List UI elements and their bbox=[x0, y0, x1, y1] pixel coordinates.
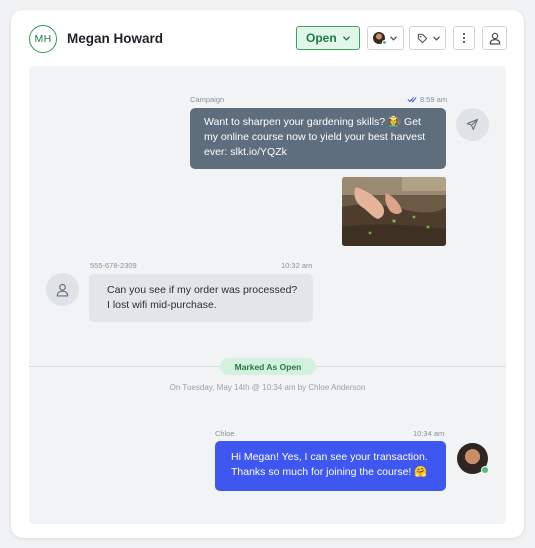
campaign-text-line: Want to sharpen your gardening skills? 🧑… bbox=[204, 116, 421, 128]
conversation-card: MH Megan Howard Open Campaign 8:59 am Wa… bbox=[11, 10, 524, 538]
incoming-text-line: Can you see if my order was processed? bbox=[107, 284, 298, 296]
user-icon bbox=[56, 283, 69, 297]
status-event-meta: On Tuesday, May 14th @ 10:34 am by Chloe… bbox=[169, 383, 366, 392]
campaign-avatar bbox=[456, 108, 489, 141]
outgoing-time: 10:34 am bbox=[413, 429, 445, 438]
incoming-text-line: I lost wifi mid-purchase. bbox=[107, 299, 217, 311]
send-icon bbox=[466, 118, 479, 131]
double-check-icon bbox=[407, 97, 417, 103]
assign-agent-button[interactable] bbox=[367, 26, 404, 50]
chevron-down-icon bbox=[343, 36, 350, 41]
tag-button[interactable] bbox=[409, 26, 446, 50]
campaign-text-line: ever: slkt.io/YQZk bbox=[204, 146, 287, 158]
incoming-sender: 555-678-2309 bbox=[90, 261, 137, 270]
outgoing-message-bubble[interactable]: Hi Megan! Yes, I can see your transactio… bbox=[215, 441, 446, 491]
incoming-message-bubble[interactable]: Can you see if my order was processed? I… bbox=[89, 274, 313, 322]
online-status-dot bbox=[481, 466, 489, 474]
contact-placeholder-avatar bbox=[46, 273, 79, 306]
chevron-down-icon bbox=[390, 36, 397, 41]
more-options-button[interactable] bbox=[453, 26, 475, 50]
contact-name: Megan Howard bbox=[67, 31, 164, 46]
tag-icon bbox=[417, 33, 428, 43]
campaign-text-line: my online course now to yield your best … bbox=[204, 131, 426, 143]
outgoing-text-line: Thanks so much for joining the course! 🤗 bbox=[231, 466, 428, 478]
outgoing-text-line: Hi Megan! Yes, I can see your transactio… bbox=[231, 451, 428, 463]
outgoing-sender: Chloe bbox=[215, 429, 235, 438]
campaign-message-bubble[interactable]: Want to sharpen your gardening skills? 🧑… bbox=[190, 108, 446, 169]
assignee-avatar bbox=[373, 32, 387, 45]
contact-initials: MH bbox=[34, 33, 52, 45]
campaign-meta: 8:59 am bbox=[407, 95, 447, 104]
status-label: Open bbox=[306, 31, 337, 45]
user-icon bbox=[489, 32, 500, 45]
gardening-photo bbox=[342, 177, 446, 246]
chevron-down-icon bbox=[433, 36, 440, 41]
campaign-image[interactable] bbox=[342, 177, 446, 246]
status-event-badge: Marked As Open bbox=[220, 358, 316, 375]
incoming-time: 10:32 am bbox=[281, 261, 313, 270]
contact-profile-button[interactable] bbox=[482, 26, 507, 50]
message-thread[interactable]: Campaign 8:59 am Want to sharpen your ga… bbox=[29, 66, 506, 524]
agent-avatar bbox=[457, 443, 489, 474]
contact-avatar: MH bbox=[29, 25, 57, 53]
more-vertical-icon bbox=[462, 32, 466, 44]
status-dropdown-button[interactable]: Open bbox=[296, 26, 360, 50]
campaign-source-label: Campaign bbox=[190, 95, 225, 104]
campaign-time: 8:59 am bbox=[420, 95, 448, 104]
